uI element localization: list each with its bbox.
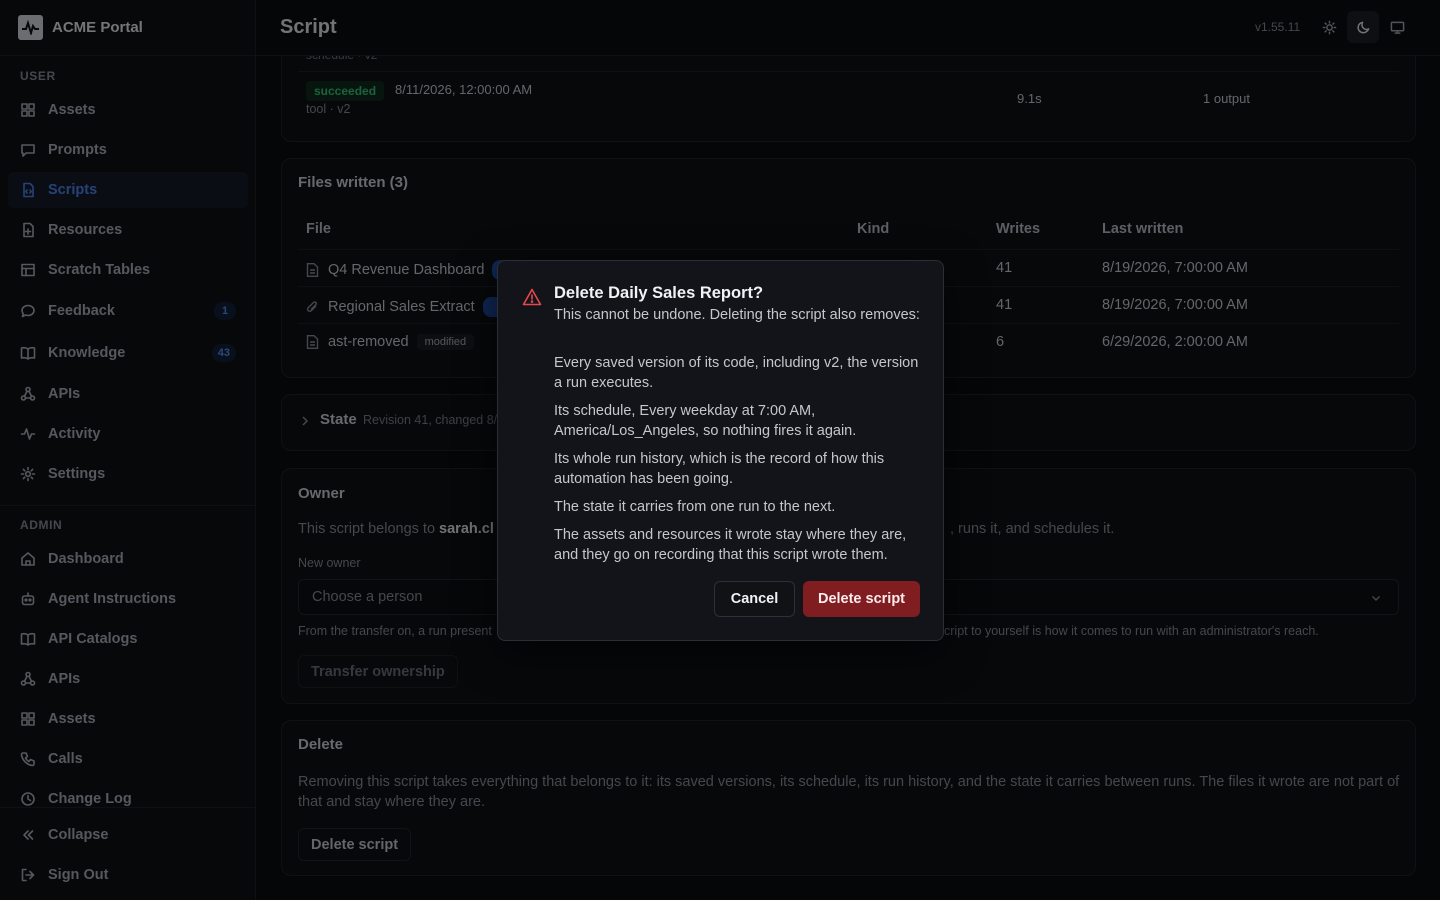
- dialog-intro: This cannot be undone. Deleting the scri…: [554, 307, 920, 323]
- dialog-item: The assets and resources it wrote stay w…: [554, 527, 907, 563]
- dialog-title: Delete Daily Sales Report?: [554, 284, 764, 302]
- confirm-delete-button[interactable]: Delete script: [803, 581, 920, 617]
- dialog-item: The state it carries from one run to the…: [554, 499, 836, 515]
- cancel-button[interactable]: Cancel: [714, 581, 795, 617]
- warning-icon: [522, 288, 542, 306]
- delete-confirm-dialog: Delete Daily Sales Report? This cannot b…: [497, 260, 944, 641]
- dialog-item: Its schedule, Every weekday at 7:00 AM, …: [554, 403, 857, 439]
- dialog-item: Every saved version of its code, includi…: [554, 355, 919, 391]
- dialog-item: Its whole run history, which is the reco…: [554, 451, 885, 487]
